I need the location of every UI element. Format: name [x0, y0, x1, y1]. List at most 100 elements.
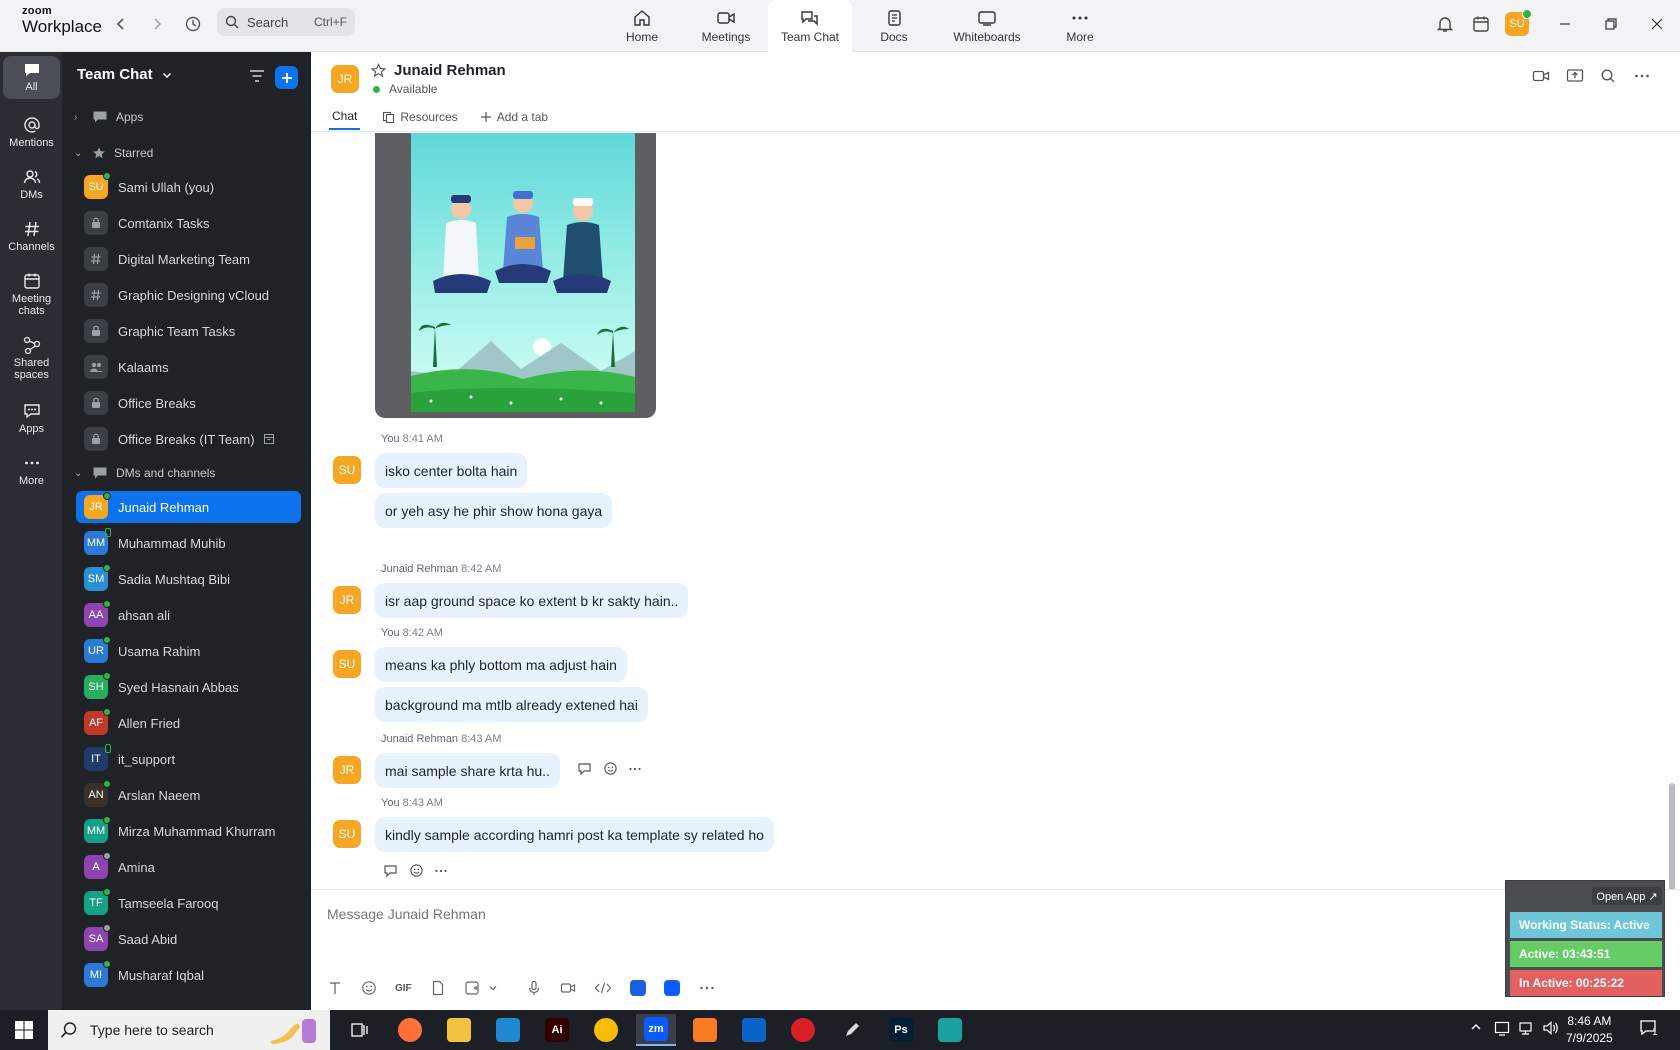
channel-avatar[interactable]: JR — [331, 65, 359, 93]
notifications-bell-icon[interactable] — [1433, 10, 1457, 38]
dm-item-it-support[interactable]: IT it_support — [76, 743, 301, 775]
message-list[interactable]: You 8:41 AM SU isko center bolta hain or yeh… — [311, 133, 1680, 889]
rail-item-channels[interactable]: Channels — [3, 220, 60, 253]
rail-item-shared-spaces[interactable]: Shared spaces — [3, 336, 60, 381]
search-box[interactable]: Search Ctrl+F — [217, 8, 355, 36]
taskbar-folder-button[interactable] — [439, 1014, 479, 1046]
nav-tab-whiteboards[interactable]: Whiteboards — [936, 0, 1038, 52]
message-avatar[interactable]: JR — [333, 586, 361, 614]
sidebar-item-office-breaks[interactable]: Office Breaks — [76, 387, 301, 419]
sidebar-item-sami-ullah-you[interactable]: SU Sami Ullah (you) — [76, 171, 301, 203]
message-sender[interactable]: You — [381, 433, 400, 445]
taskbar-firefox-button[interactable] — [390, 1014, 430, 1046]
open-app-button[interactable]: Open App ↗ — [1592, 887, 1662, 905]
message-avatar[interactable]: SU — [333, 456, 361, 484]
channel-name[interactable]: Junaid Rehman — [394, 62, 506, 79]
sidebar-item-graphic-designing-vcloud[interactable]: Graphic Designing vCloud — [76, 279, 301, 311]
gif-button[interactable]: GIF — [395, 983, 412, 994]
nav-tab-home[interactable]: Home — [600, 0, 684, 52]
section-dms-and-channels[interactable]: ⌄ DMs and channels — [74, 457, 301, 489]
taskbar-search[interactable]: Type here to search — [48, 1010, 330, 1050]
tray-app-icon[interactable] — [1494, 1020, 1510, 1039]
more-actions-icon[interactable] — [434, 864, 448, 881]
dm-item-mirza-muhammad-khurram[interactable]: MM Mirza Muhammad Khurram — [76, 815, 301, 847]
sidebar-item-office-breaks-it-team[interactable]: Office Breaks (IT Team) — [76, 423, 301, 455]
taskbar-illustrator-button[interactable]: Ai — [537, 1014, 577, 1046]
taskbar-app-diamond-button[interactable] — [930, 1014, 970, 1046]
taskbar-outlook-button[interactable] — [734, 1014, 774, 1046]
dm-item-amina[interactable]: A Amina — [76, 851, 301, 883]
reply-thread-icon[interactable] — [383, 864, 399, 881]
taskbar-photoshop-button[interactable]: Ps — [881, 1014, 921, 1046]
nav-tab-meetings[interactable]: Meetings — [684, 0, 768, 52]
taskbar-clock[interactable]: 8:46 AM 7/9/2025 — [1566, 1013, 1613, 1047]
tray-expand-icon[interactable] — [1469, 1020, 1483, 1037]
more-actions-icon[interactable] — [628, 762, 642, 779]
message-bubble[interactable]: or yeh asy he phir show hona gaya — [375, 493, 613, 528]
close-window-icon[interactable] — [1645, 10, 1669, 38]
taskbar-chrome-button[interactable] — [586, 1014, 626, 1046]
dm-item-tamseela-farooq[interactable]: TF Tamseela Farooq — [76, 887, 301, 919]
tab-add[interactable]: Add a tab — [480, 104, 548, 130]
more-options-icon[interactable] — [698, 980, 716, 996]
rail-item-meeting-chats[interactable]: Meeting chats — [3, 272, 60, 317]
sidebar-title[interactable]: Team Chat — [77, 66, 173, 83]
star-icon[interactable] — [370, 63, 387, 81]
rail-item-all[interactable]: All — [3, 56, 60, 99]
tab-chat[interactable]: Chat — [329, 104, 361, 130]
section-apps[interactable]: › Apps — [74, 101, 301, 133]
new-chat-button[interactable] — [275, 66, 298, 89]
back-arrow-icon[interactable] — [107, 10, 135, 38]
message-input[interactable] — [327, 906, 1127, 922]
dm-item-usama-rahim[interactable]: UR Usama Rahim — [76, 635, 301, 667]
message-bubble[interactable]: means ka phly bottom ma adjust hain — [375, 647, 627, 682]
file-icon[interactable] — [430, 980, 446, 996]
message-bubble[interactable]: background ma mtlb already extened hai — [375, 687, 648, 722]
calendar-status-icon[interactable] — [1469, 10, 1493, 38]
taskbar-vscode-button[interactable] — [488, 1014, 528, 1046]
network-icon[interactable] — [1518, 1020, 1534, 1039]
text-format-icon[interactable] — [327, 980, 343, 996]
screenshot-button[interactable] — [464, 980, 498, 996]
section-starred[interactable]: ⌄ Starred — [74, 137, 301, 169]
sidebar-item-kalaams[interactable]: Kalaams — [76, 351, 301, 383]
message-avatar[interactable]: SU — [333, 820, 361, 848]
dm-item-allen-fried[interactable]: AF Allen Fried — [76, 707, 301, 739]
sidebar-item-comtanix-tasks[interactable]: Comtanix Tasks — [76, 207, 301, 239]
reply-thread-icon[interactable] — [577, 762, 593, 779]
message-sender[interactable]: You — [381, 627, 400, 639]
volume-icon[interactable] — [1542, 1020, 1560, 1039]
taskbar-zoom-button[interactable]: zm — [636, 1014, 676, 1046]
dm-item-musharaf-iqbal[interactable]: MI Musharaf Iqbal — [76, 959, 301, 991]
taskbar-pen-button[interactable] — [832, 1014, 872, 1046]
sidebar-item-graphic-team-tasks[interactable]: Graphic Team Tasks — [76, 315, 301, 347]
sidebar-item-digital-marketing-team[interactable]: Digital Marketing Team — [76, 243, 301, 275]
share-screen-icon[interactable] — [1566, 68, 1584, 87]
dm-item-syed-hasnain-abbas[interactable]: SH Syed Hasnain Abbas — [76, 671, 301, 703]
notification-center-icon[interactable]: 1 — [1639, 1018, 1661, 1043]
filter-icon[interactable] — [248, 68, 266, 87]
app-shortcut-icon[interactable] — [629, 980, 646, 996]
windows-start-icon[interactable] — [14, 1020, 34, 1043]
rail-item-more[interactable]: More — [3, 454, 60, 487]
video-message-icon[interactable] — [560, 980, 576, 996]
rail-item-apps[interactable]: Apps — [3, 402, 60, 435]
message-sender[interactable]: Junaid Rehman — [381, 733, 458, 745]
message-bubble[interactable]: isr aap ground space ko extent b kr sakt… — [375, 583, 689, 618]
dm-item-muhammad-muhib[interactable]: MM Muhammad Muhib — [76, 527, 301, 559]
taskbar-creative-cloud-button[interactable] — [783, 1014, 823, 1046]
taskbar-xampp-button[interactable] — [685, 1014, 725, 1046]
message-avatar[interactable]: JR — [333, 756, 361, 784]
dm-item-junaid-rehman[interactable]: JR Junaid Rehman — [76, 491, 301, 523]
dm-item-arslan-naeem[interactable]: AN Arslan Naeem — [76, 779, 301, 811]
message-avatar[interactable]: SU — [333, 650, 361, 678]
image-attachment[interactable] — [375, 133, 656, 418]
minimize-window-icon[interactable] — [1553, 10, 1577, 38]
tab-resources[interactable]: Resources — [382, 104, 458, 130]
message-bubble[interactable]: kindly sample according hamri post ka te… — [375, 817, 774, 852]
nav-tab-docs[interactable]: Docs — [852, 0, 936, 52]
dm-item-sadia-mushtaq-bibi[interactable]: SM Sadia Mushtaq Bibi — [76, 563, 301, 595]
message-sender[interactable]: Junaid Rehman — [381, 563, 458, 575]
user-avatar[interactable]: SU — [1505, 9, 1532, 38]
search-icon[interactable] — [1600, 68, 1616, 87]
